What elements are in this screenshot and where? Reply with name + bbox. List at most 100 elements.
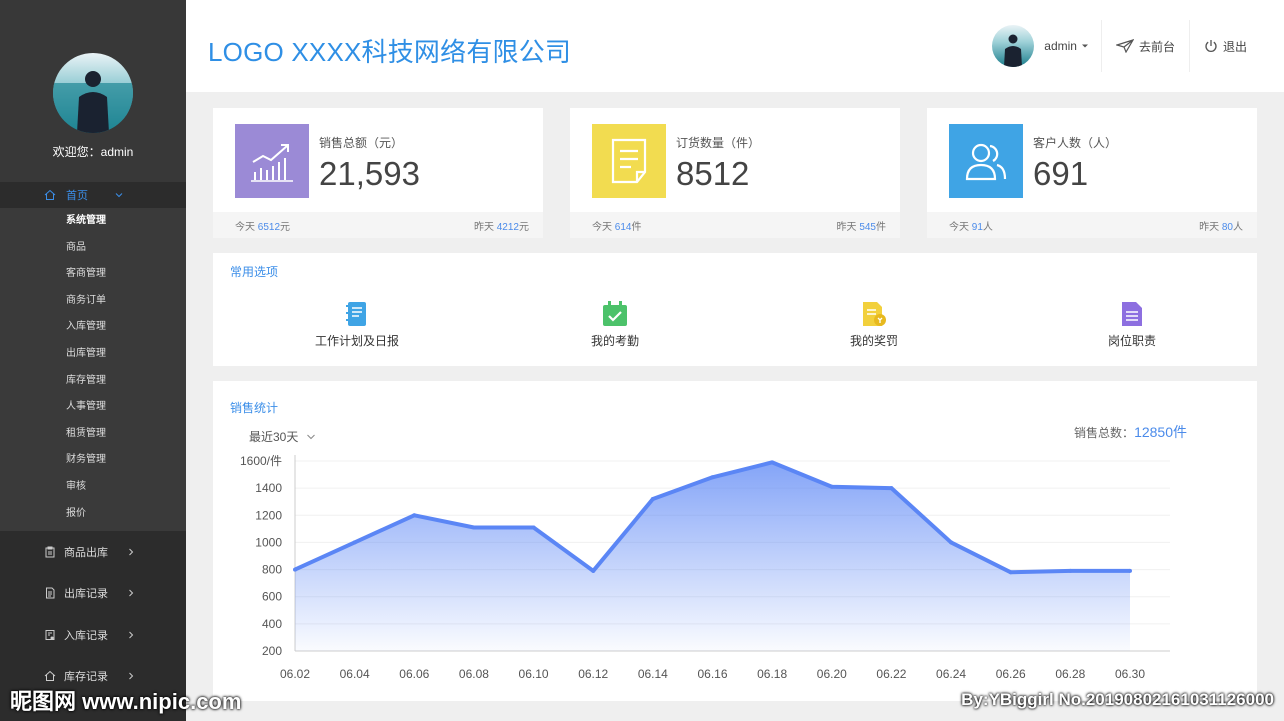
receipt-icon: [45, 629, 55, 640]
data-point: [710, 475, 715, 480]
logout-label: 退出: [1222, 39, 1247, 54]
home-icon: [44, 671, 56, 682]
order-quantity-card: 订货数量（件） 8512 今天 614件 昨天 545件: [570, 108, 900, 238]
option-job-duties[interactable]: 岗位职责: [1052, 301, 1212, 349]
user-name: admin: [1044, 39, 1077, 53]
series-area: [295, 462, 1130, 651]
submenu-item[interactable]: 财务管理: [0, 447, 186, 474]
x-tick-label: 06.26: [996, 667, 1026, 681]
submenu-item[interactable]: 租赁管理: [0, 421, 186, 448]
data-point: [412, 513, 417, 518]
data-point: [531, 525, 536, 530]
y-tick-label: 200: [262, 644, 282, 658]
data-point: [591, 568, 596, 573]
option-label: 岗位职责: [1107, 334, 1156, 348]
x-tick-label: 06.04: [340, 667, 370, 681]
sidebar: 欢迎您：admin 首页 系统管理 商品 客商管理 商务订单 入库管理 出库管理…: [0, 0, 186, 721]
submenu-item[interactable]: 报价: [0, 501, 186, 528]
chevron-right-icon: [129, 673, 134, 680]
x-tick-label: 06.02: [280, 667, 310, 681]
stat-value: 21,593: [319, 155, 420, 192]
stat-value: 691: [1033, 155, 1089, 192]
y-tick-label: 400: [262, 617, 282, 631]
sidebar-item-inbound-records[interactable]: 入库记录: [0, 614, 186, 656]
y-tick-label: 1200: [255, 508, 282, 522]
welcome-text: 欢迎您：admin: [52, 145, 134, 159]
stat-label: 客户人数（人）: [1033, 136, 1118, 150]
customer-count-card: 客户人数（人） 691 今天 91人 昨天 80人: [927, 108, 1257, 238]
y-tick-label: 1000: [255, 535, 282, 549]
x-tick-label: 06.24: [936, 667, 966, 681]
document-edit-icon: [611, 138, 647, 184]
submenu-item[interactable]: 商品: [0, 235, 186, 262]
job-document-icon: [1122, 302, 1142, 326]
logout-button[interactable]: 退出: [1188, 20, 1284, 72]
stat-footer: 今天 614件 昨天 545件: [570, 212, 900, 238]
stat-yesterday: 昨天 4212元: [473, 221, 529, 233]
submenu-item[interactable]: 审核: [0, 474, 186, 501]
sidebar-menu: 首页 系统管理 商品 客商管理 商务订单 入库管理 出库管理 库存管理 人事管理…: [0, 182, 186, 697]
go-frontend-button[interactable]: 去前台: [1100, 20, 1189, 72]
chevron-right-icon: [129, 590, 134, 597]
data-point: [1008, 570, 1013, 575]
option-work-plan[interactable]: 工作计划及日报: [277, 301, 437, 349]
x-tick-label: 06.30: [1115, 667, 1145, 681]
top-header: LOGO XXXX科技网络有限公司 admin 去前台 退出: [186, 0, 1284, 92]
submenu-item[interactable]: 客商管理: [0, 261, 186, 288]
data-point: [1128, 568, 1132, 573]
sales-total-card: 销售总额（元） 21,593 今天 6512元 昨天 4212元: [213, 108, 543, 238]
order-tile: [592, 124, 666, 198]
avatar: [992, 25, 1035, 67]
chevron-down-icon: [115, 193, 123, 198]
submenu-item[interactable]: 系统管理: [0, 208, 186, 235]
avatar[interactable]: [53, 53, 133, 133]
data-point: [650, 497, 655, 501]
sales-statistics-panel: 销售统计 最近30天 销售总数：12850件 200 400 600 800 1000 1…: [213, 381, 1257, 701]
y-tick-label: 800: [262, 563, 282, 577]
stat-footer: 今天 6512元 昨天 4212元: [213, 212, 543, 238]
stat-today: 今天 614件: [592, 221, 642, 233]
profile-panel: 欢迎您：admin: [0, 0, 186, 182]
user-menu[interactable]: admin: [992, 20, 1101, 72]
data-point: [829, 484, 834, 489]
sidebar-item-outbound-records[interactable]: 出库记录: [0, 573, 186, 615]
x-tick-label: 06.10: [519, 667, 549, 681]
submenu-item[interactable]: 出库管理: [0, 341, 186, 368]
x-tick-label: 06.16: [697, 667, 727, 681]
sidebar-item-goods-outbound[interactable]: 商品出库: [0, 531, 186, 573]
data-point: [949, 540, 954, 545]
option-label: 我的奖罚: [849, 334, 898, 348]
stat-yesterday: 昨天 80人: [1199, 221, 1243, 233]
option-label: 我的考勤: [590, 334, 639, 348]
x-tick-label: 06.18: [757, 667, 787, 681]
document-icon: [46, 587, 55, 599]
data-point: [471, 525, 476, 530]
sidebar-item-home[interactable]: 首页: [0, 182, 186, 208]
x-tick-label: 06.06: [399, 667, 429, 681]
option-rewards[interactable]: 我的奖罚: [794, 301, 954, 349]
submenu-item[interactable]: 入库管理: [0, 314, 186, 341]
company-logo[interactable]: LOGO XXXX科技网络有限公司: [208, 32, 571, 69]
sales-area-chart: 200 400 600 800 1000 1200 1400 1600/件 06.02 06.04…: [240, 454, 1170, 681]
submenu-item[interactable]: 人事管理: [0, 394, 186, 421]
notebook-icon: [346, 302, 366, 326]
clipboard-icon: [45, 546, 55, 558]
submenu-item[interactable]: 库存管理: [0, 368, 186, 395]
calendar-check-icon: [603, 301, 627, 326]
growth-chart-icon: [251, 144, 293, 182]
data-point: [1068, 568, 1073, 573]
power-icon: [1205, 40, 1217, 52]
stat-today: 今天 6512元: [235, 221, 291, 233]
home-submenu: 系统管理 商品 客商管理 商务订单 入库管理 出库管理 库存管理 人事管理 租赁…: [0, 208, 186, 532]
chevron-right-icon: [129, 548, 134, 556]
x-tick-label: 06.20: [817, 667, 847, 681]
award-document-icon: [863, 302, 886, 326]
submenu-item[interactable]: 商务订单: [0, 288, 186, 315]
x-tick-label: 06.08: [459, 667, 489, 681]
customer-tile: [949, 124, 1023, 198]
stat-today: 今天 91人: [949, 221, 993, 233]
option-attendance[interactable]: 我的考勤: [535, 301, 695, 349]
x-tick-label: 06.12: [578, 667, 608, 681]
sidebar-item-label: 入库记录: [64, 629, 108, 642]
go-frontend-label: 去前台: [1138, 39, 1175, 54]
